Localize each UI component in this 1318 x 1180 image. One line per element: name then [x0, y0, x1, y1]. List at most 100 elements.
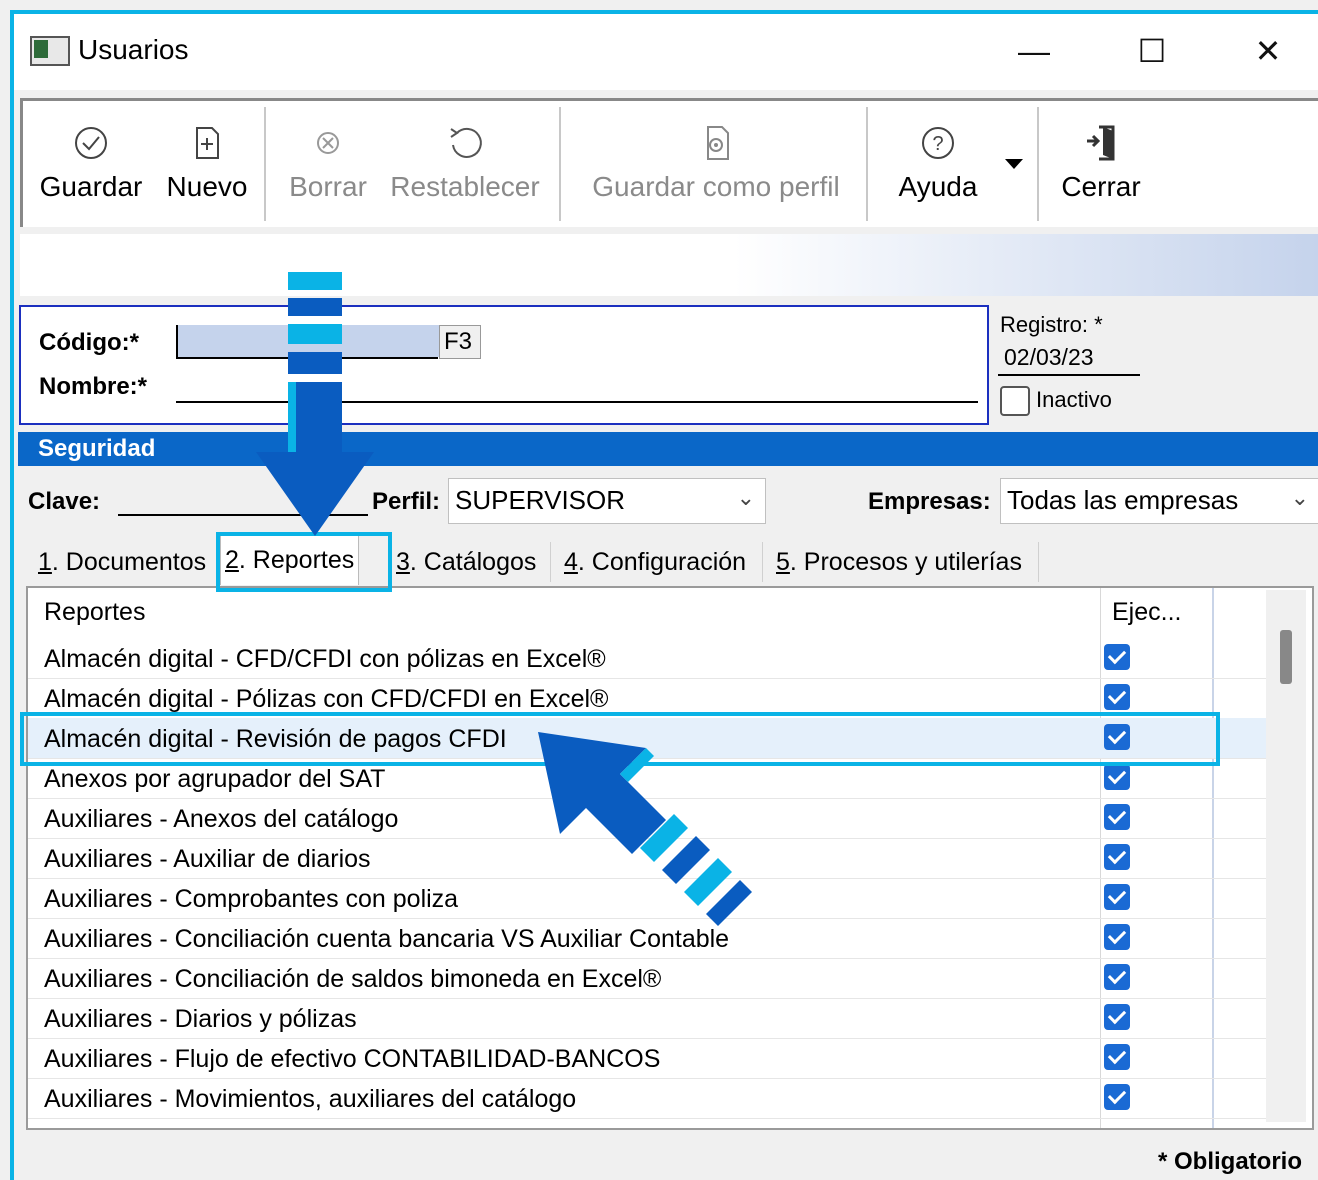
chevron-down-icon: ⌄: [1290, 485, 1309, 510]
borrar-button[interactable]: Borrar: [279, 101, 377, 227]
report-name: Almacén digital - Pólizas con CFD/CFDI e…: [44, 685, 609, 713]
tab-procesos[interactable]: 5. Procesos y utilerías: [772, 540, 1026, 584]
app-icon: [30, 36, 70, 66]
close-button[interactable]: ✕: [1238, 24, 1298, 78]
check-circle-icon: [75, 127, 107, 159]
cerrar-button[interactable]: Cerrar: [1053, 101, 1149, 227]
report-name: Auxiliares - Conciliación de saldos bimo…: [44, 965, 662, 993]
banner-gradient: [20, 234, 1318, 296]
execute-checkbox[interactable]: [1104, 1044, 1130, 1070]
obligatorio-note: * Obligatorio: [1158, 1148, 1302, 1175]
report-name: Auxiliares - Comprobantes con poliza: [44, 885, 459, 913]
report-name: Anexos por agrupador del SAT: [44, 765, 386, 793]
guardar-label: Guardar: [39, 171, 143, 202]
tab-documentos[interactable]: 1. Documentos: [34, 540, 210, 584]
execute-checkbox[interactable]: [1104, 804, 1130, 830]
svg-text:?: ?: [932, 133, 943, 155]
execute-checkbox[interactable]: [1104, 884, 1130, 910]
window-title: Usuarios: [78, 34, 189, 65]
execute-checkbox[interactable]: [1104, 924, 1130, 950]
tab-separator: [762, 542, 763, 582]
new-document-icon: [196, 127, 219, 159]
help-icon: ?: [922, 127, 954, 159]
table-row[interactable]: Auxiliares - Conciliación de saldos bimo…: [28, 958, 1268, 999]
user-header-panel: Código:* F3 Nombre:*: [19, 305, 989, 425]
table-row[interactable]: Auxiliares - Flujo de efectivo CONTABILI…: [28, 1038, 1268, 1079]
tab-configuracion[interactable]: 4. Configuración: [560, 540, 750, 584]
ayuda-label: Ayuda: [898, 171, 978, 202]
profile-gear-icon: [707, 126, 729, 160]
dropdown-caret-icon[interactable]: [1003, 157, 1025, 171]
tab-separator: [550, 542, 551, 582]
report-name: Auxiliares - Anexos del catálogo: [44, 805, 399, 833]
execute-checkbox[interactable]: [1104, 644, 1130, 670]
execute-checkbox[interactable]: [1104, 684, 1130, 710]
tab-separator: [1038, 542, 1039, 582]
execute-checkbox[interactable]: [1104, 1004, 1130, 1030]
empresas-label: Empresas:: [868, 488, 991, 515]
tab-number: 1: [38, 548, 52, 576]
delete-circle-icon: [317, 132, 339, 154]
execute-checkbox[interactable]: [1104, 964, 1130, 990]
execute-checkbox[interactable]: [1104, 1084, 1130, 1110]
execute-checkbox[interactable]: [1104, 844, 1130, 870]
execute-checkbox[interactable]: [1104, 764, 1130, 790]
seguridad-header: Seguridad: [18, 432, 1318, 466]
table-row[interactable]: Almacén digital - CFD/CFDI con pólizas e…: [28, 638, 1268, 679]
borrar-label: Borrar: [289, 171, 367, 202]
toolbar-separator: [559, 107, 561, 221]
toolbar-separator: [866, 107, 868, 221]
registro-label: Registro: *: [1000, 312, 1103, 337]
chevron-down-icon: ⌄: [736, 485, 755, 510]
highlight-border-left: [10, 10, 14, 1180]
codigo-lookup-button[interactable]: F3: [439, 325, 481, 359]
tab-number: 3: [396, 548, 410, 576]
guardar-perfil-button[interactable]: Guardar como perfil: [575, 101, 857, 227]
down-arrow-annotation: [256, 272, 374, 536]
table-row[interactable]: Auxiliares - Movimientos, auxiliares del…: [28, 1078, 1268, 1119]
reset-icon: [450, 127, 482, 158]
codigo-label: Código:*: [39, 329, 139, 356]
column-header-ejecutar[interactable]: Ejec...: [1112, 598, 1181, 627]
highlight-tab-reportes: [216, 532, 392, 592]
nombre-label: Nombre:*: [39, 373, 148, 400]
report-name: Auxiliares - Diarios y pólizas: [44, 1005, 357, 1033]
tab-number: 4: [564, 548, 578, 576]
exit-door-icon: [1087, 125, 1115, 161]
report-name: Auxiliares - Movimientos, auxiliares del…: [44, 1085, 577, 1113]
diagonal-arrow-annotation: [538, 732, 752, 926]
tab-label: . Configuración: [577, 548, 747, 576]
nuevo-button[interactable]: Nuevo: [151, 101, 263, 227]
toolbar: Guardar Nuevo Borrar Restablecer Guardar…: [20, 98, 1318, 227]
tab-label: . Procesos y utilerías: [789, 548, 1022, 576]
report-name: Auxiliares - Flujo de efectivo CONTABILI…: [44, 1045, 661, 1073]
tab-label: . Documentos: [51, 548, 207, 576]
guardar-button[interactable]: Guardar: [31, 101, 151, 227]
empresas-value: Todas las empresas: [1007, 485, 1239, 515]
tab-catalogos[interactable]: 3. Catálogos: [392, 540, 540, 584]
column-header-reportes[interactable]: Reportes: [44, 598, 145, 627]
vertical-scrollbar[interactable]: [1266, 590, 1306, 1122]
maximize-button[interactable]: ☐: [1122, 24, 1182, 78]
clave-label: Clave:: [28, 488, 101, 515]
ayuda-button[interactable]: ? Ayuda: [883, 101, 993, 227]
report-name: Auxiliares - Auxiliar de diarios: [44, 845, 371, 873]
inactivo-checkbox[interactable]: [1000, 386, 1030, 416]
minimize-button[interactable]: —: [1004, 24, 1064, 78]
restablecer-button[interactable]: Restablecer: [381, 101, 549, 227]
scrollbar-thumb[interactable]: [1280, 630, 1292, 684]
tab-number: 5: [776, 548, 790, 576]
restablecer-label: Restablecer: [390, 171, 540, 202]
title-bar: Usuarios — ☐ ✕: [14, 14, 1318, 90]
perfil-label: Perfil:: [372, 488, 441, 515]
table-row[interactable]: Auxiliares - Diarios y pólizas: [28, 998, 1268, 1039]
perfil-value: SUPERVISOR: [455, 485, 626, 515]
guardar-perfil-label: Guardar como perfil: [592, 171, 840, 202]
seguridad-title: Seguridad: [38, 435, 156, 462]
empresas-select[interactable]: Todas las empresas ⌄: [1000, 478, 1318, 524]
nuevo-label: Nuevo: [166, 171, 248, 202]
inactivo-label: Inactivo: [1036, 387, 1112, 412]
cerrar-label: Cerrar: [1061, 171, 1141, 202]
registro-date[interactable]: 02/03/23: [1004, 344, 1094, 371]
perfil-select[interactable]: SUPERVISOR ⌄: [448, 478, 766, 524]
